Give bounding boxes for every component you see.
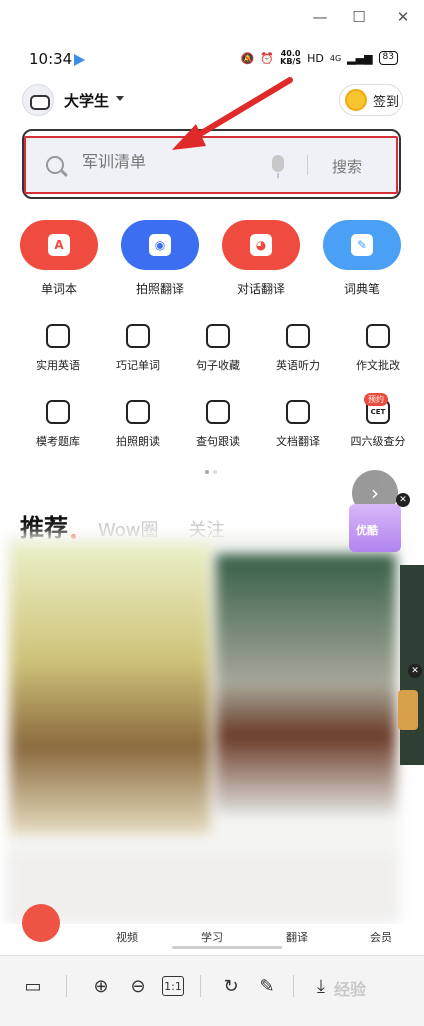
tool-tools_row2-1[interactable]: 拍照朗读 <box>98 400 178 449</box>
search-icon <box>46 156 64 174</box>
feature-button-0[interactable]: A <box>20 220 98 270</box>
tool-tools_row1-1[interactable]: 巧记单词 <box>98 324 178 373</box>
tool-tools_row2-2[interactable]: 查句跟读 <box>178 400 258 449</box>
signin-button[interactable]: 签到 <box>339 84 403 116</box>
tool-tools_row2-0[interactable]: 模考题库 <box>18 400 98 449</box>
tool-tools_row1-3[interactable]: 英语听力 <box>258 324 338 373</box>
checklist-icon <box>46 400 70 424</box>
feature-label: 词典笔 <box>343 282 380 296</box>
feature-button-3[interactable]: ✎ <box>323 220 401 270</box>
book-icon <box>206 324 230 348</box>
a-chat-icon <box>46 324 70 348</box>
signal-label: 4G <box>329 53 342 63</box>
tool-label: 拍照朗读 <box>116 435 160 448</box>
download-icon[interactable]: ⤓ <box>308 973 334 999</box>
coin-icon <box>345 89 367 111</box>
tool-label: 模考题库 <box>36 435 80 448</box>
tool-tools_row1-4[interactable]: 作文批改 <box>338 324 418 373</box>
side-ad-icon[interactable] <box>398 690 418 730</box>
tool-tools_row1-2[interactable]: 句子收藏 <box>178 324 258 373</box>
nav-item-member[interactable]: 会员 <box>370 929 392 945</box>
zoom-out-icon[interactable]: ⊖ <box>125 973 151 999</box>
tool-label: 英语听力 <box>276 359 320 372</box>
status-time: 10:34 <box>29 50 73 68</box>
feature-button-1[interactable]: ◉ <box>121 220 199 270</box>
feed-card-right[interactable] <box>216 554 396 814</box>
cet-badge: 预约 <box>364 393 388 406</box>
side-close-icon[interactable]: ✕ <box>408 664 422 678</box>
microphone-icon[interactable] <box>272 155 284 178</box>
feature-icon: ◉ <box>149 234 171 256</box>
rotate-icon[interactable]: ↻ <box>218 973 244 999</box>
window-maximize-button[interactable]: ☐ <box>344 6 374 28</box>
zoom-in-icon[interactable]: ⊕ <box>88 973 114 999</box>
feature-icon: ✎ <box>351 234 373 256</box>
chevron-down-icon[interactable] <box>116 96 124 101</box>
actual-size-icon[interactable]: 1:1 <box>162 976 184 996</box>
page-indicator <box>205 470 217 474</box>
avatar[interactable] <box>22 84 54 116</box>
tool-label: 实用英语 <box>36 359 80 372</box>
feed-strip <box>6 854 400 924</box>
play-icon <box>74 54 85 66</box>
radio-icon <box>286 324 310 348</box>
page-dot-active <box>205 470 209 474</box>
promo-label: 优酷 <box>356 524 378 537</box>
nav-item-video[interactable]: 视频 <box>116 929 138 945</box>
search-divider <box>307 155 308 175</box>
feature-label: 拍照翻译 <box>135 282 184 296</box>
window-close-button[interactable]: ✕ <box>388 6 418 28</box>
feature-label: 对话翻译 <box>236 282 285 296</box>
toolbar-divider <box>200 975 201 997</box>
tool-tools_row2-3[interactable]: 文档翻译 <box>258 400 338 449</box>
feature-button-2[interactable]: ◕ <box>222 220 300 270</box>
tool-tools_row2-4[interactable]: CET 四六级查分 <box>338 400 418 449</box>
user-name[interactable]: 大学生 <box>64 90 109 111</box>
tool-label: 文档翻译 <box>276 435 320 448</box>
nav-item-translate[interactable]: 翻译 <box>286 929 308 945</box>
tag-icon <box>206 400 230 424</box>
page-dot <box>213 470 217 474</box>
watermark: 经验 <box>334 980 367 999</box>
feather-icon <box>366 324 390 348</box>
status-bar: 10:34 🔕 ⏰ 40.0 KB/S HD 4G ▂▄▆ 83 <box>0 44 424 74</box>
nav-item-study[interactable]: 学习 <box>201 929 223 945</box>
toolbar-divider <box>66 975 67 997</box>
search-button[interactable]: 搜索 <box>332 156 362 177</box>
tool-label: 巧记单词 <box>116 359 160 372</box>
feature-icon: A <box>48 234 70 256</box>
signal-bars-icon: ▂▄▆ <box>347 51 373 65</box>
status-icons: 🔕 ⏰ 40.0 KB/S HD 4G ▂▄▆ 83 <box>241 50 398 66</box>
feed-card-left[interactable] <box>10 544 210 834</box>
window-minimize-button[interactable]: — <box>305 6 335 28</box>
layout-icon[interactable]: ▭ <box>20 973 46 999</box>
close-icon[interactable]: ✕ <box>396 493 410 507</box>
home-indicator <box>172 946 282 949</box>
battery-icon: 83 <box>378 51 398 65</box>
tool-label: 四六级查分 <box>350 435 406 448</box>
document-icon <box>286 400 310 424</box>
feature-label: 单词本 <box>40 282 77 296</box>
y-card-icon <box>126 324 150 348</box>
toolbar-divider <box>293 975 294 997</box>
edit-pencil-icon[interactable]: ✎ <box>254 973 280 999</box>
tool-label: 作文批改 <box>356 359 400 372</box>
feed-content-blurred <box>6 534 400 924</box>
alarm-icon: ⏰ <box>260 51 275 65</box>
signin-label: 签到 <box>373 94 400 110</box>
feature-icon: ◕ <box>250 234 272 256</box>
hd-label: HD <box>307 51 324 65</box>
mute-icon: 🔕 <box>240 51 255 65</box>
search-input[interactable] <box>82 154 252 172</box>
camera-read-icon <box>126 400 150 424</box>
tool-label: 查句跟读 <box>196 435 240 448</box>
net-speed: 40.0 KB/S <box>280 49 302 66</box>
tool-tools_row1-0[interactable]: 实用英语 <box>18 324 98 373</box>
tool-label: 句子收藏 <box>196 359 240 372</box>
home-fab-button[interactable] <box>22 904 60 942</box>
